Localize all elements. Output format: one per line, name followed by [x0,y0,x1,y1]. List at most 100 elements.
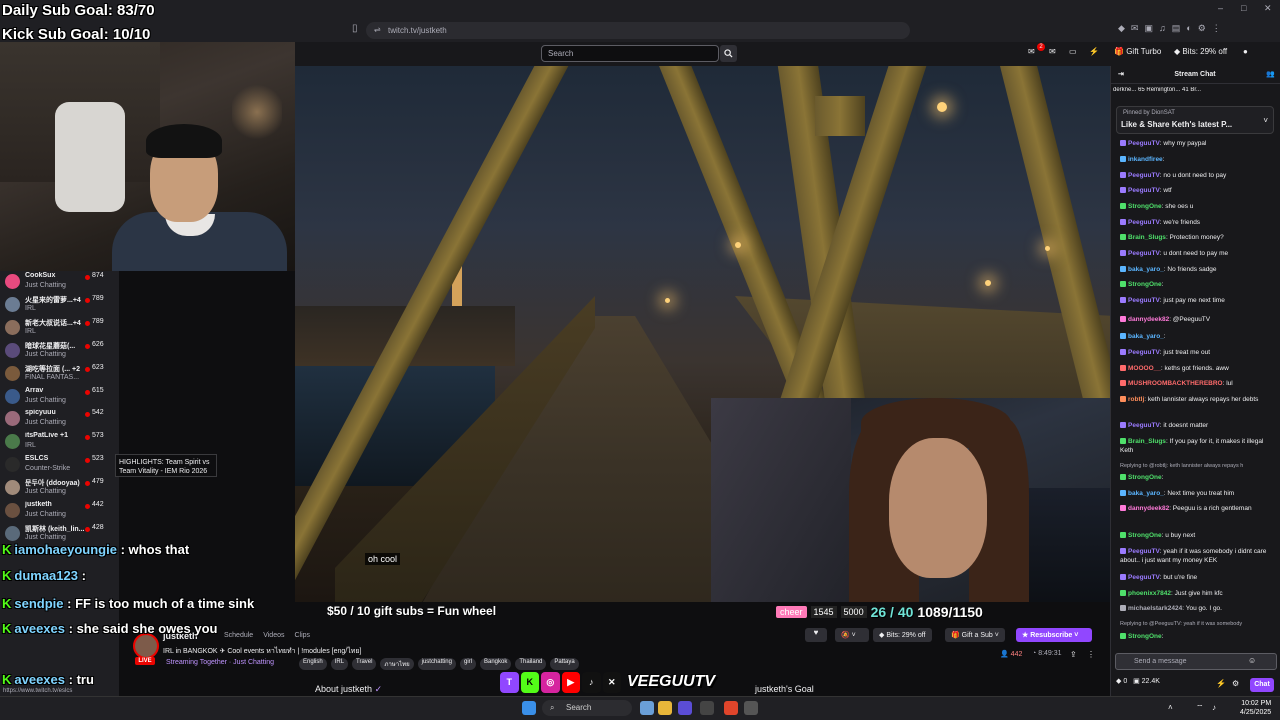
chat-message[interactable]: baka_yaro_: Next time you treat him [1120,489,1276,498]
tab-schedule[interactable]: Schedule [224,632,253,639]
chat-username[interactable]: baka_yaro_ [1128,490,1164,497]
stream-tag[interactable]: Travel [352,658,377,670]
chat-message[interactable]: PeeguuTV: wtf [1120,186,1276,195]
chat-username[interactable]: MUSHROOMBACKTHEREBRO [1128,380,1223,387]
app-icon[interactable] [678,701,692,715]
search-input[interactable] [541,45,719,62]
collapse-chat-icon[interactable]: ⇥ [1118,70,1124,78]
bits-button[interactable]: ◆ Bits: 29% off [873,628,932,642]
avatar[interactable]: ● [1243,47,1248,56]
sidebar-channel-item[interactable]: 暗球花星蘑菇(... Just Chatting 626 [0,340,119,362]
brave-icon[interactable] [724,701,738,715]
sidebar-channel-item[interactable]: CookSux Just Chatting 874 [0,271,119,293]
chat-message[interactable]: StrongOne: she oes u [1120,202,1276,211]
sidebar-channel-item[interactable]: 新老大叔说话...+4 IRL 789 [0,317,119,339]
users-icon[interactable]: 👥 [1266,70,1275,78]
chat-message[interactable]: StrongOne: [1120,632,1276,641]
site-info-icon[interactable]: ⇌ [374,25,381,34]
extension-icons[interactable]: ◆ ✉ ▣ ♫ ▤ ◐ ⚙ ⋮ [1118,23,1278,37]
sidebar-channel-item[interactable]: itsPatLive +1 IRL 573 [0,431,119,453]
chat-message[interactable]: phoenixx7842: Just give him kfc [1120,589,1276,598]
sidebar-channel-item[interactable]: Arrav Just Chatting 615 [0,386,119,408]
extension-icon[interactable]: ♫ [1159,23,1166,37]
bits-button[interactable]: ◆ Bits: 29% off [1174,47,1227,56]
chat-username[interactable]: PeeguuTV [1128,548,1160,555]
extension-icon[interactable]: ▣ [1144,23,1153,37]
chat-message[interactable]: dannydeek82: Peeguu is a rich gentleman [1120,504,1276,513]
chat-username[interactable]: michaelstark2424 [1128,605,1182,612]
wifi-icon[interactable]: ⌔ [1196,703,1204,713]
resubscribe-button[interactable]: ★ Resubscribe ˅ [1016,628,1092,642]
start-icon[interactable] [522,701,536,715]
volume-icon[interactable]: ♪ [1212,703,1216,712]
sidebar-channel-item[interactable]: spicyuuu Just Chatting 542 [0,408,119,430]
notification-bell-button[interactable]: 🔕 ˅ [835,628,869,642]
chat-username[interactable]: StrongOne [1128,281,1162,288]
chat-username[interactable]: dannydeek82 [1128,316,1169,323]
bookmark-icon[interactable]: ▯ [352,23,358,34]
chat-username[interactable]: Brain_Slugs [1128,234,1166,241]
follow-button[interactable]: ♥ [805,628,827,642]
chat-message[interactable]: StrongOne: [1120,280,1276,289]
gift-sub-button[interactable]: 🎁 Gift a Sub ˅ [945,628,1005,642]
chat-message[interactable]: PeeguuTV: just pay me next time [1120,296,1276,305]
gift-leaderboard[interactable]: derkne... 65 Remington... 41 Br... [1113,87,1278,93]
chat-username[interactable]: PeeguuTV [1128,422,1160,429]
tray-chevron-icon[interactable]: ˄ [1168,703,1173,712]
stream-tag[interactable]: IRL [330,658,349,670]
emote-icon[interactable]: ☺ [1248,656,1256,665]
extension-icon[interactable]: ◐ [1186,23,1191,37]
chat-message[interactable]: PeeguuTV: why my paypal [1120,139,1276,148]
chat-username[interactable]: PeeguuTV [1128,140,1160,147]
extension-icon[interactable]: ▤ [1172,23,1181,37]
channel-points[interactable]: ▣ 22.4K [1133,678,1160,685]
chat-message[interactable]: PeeguuTV: just treat me out [1120,348,1276,357]
extension-icon[interactable]: ⚙ [1198,23,1206,37]
chat-message[interactable]: PeeguuTV: it doesnt matter [1120,421,1276,430]
sidebar-channel-item[interactable]: justketh Just Chatting 442 [0,500,119,522]
chat-message[interactable]: robtlj: keth lannister always repays her… [1120,395,1276,404]
chat-message[interactable]: michaelstark2424: You go. I go. [1120,604,1276,613]
share-icon[interactable]: ⇪ [1070,650,1077,659]
more-options-icon[interactable]: ⋮ [1087,650,1095,659]
chat-message[interactable]: Brain_Slugs: Protection money? [1120,233,1276,242]
chat-username[interactable]: inkandfiree [1128,156,1163,163]
address-bar[interactable]: ⇌ twitch.tv/justketh [366,22,910,39]
chat-username[interactable]: PeeguuTV [1128,219,1160,226]
chat-username[interactable]: baka_yaro_ [1128,333,1164,340]
chat-username[interactable]: StrongOne [1128,532,1162,539]
widgets-icon[interactable] [640,701,654,715]
stream-tag[interactable]: ภาษาไทย [380,658,414,670]
sidebar-channel-item[interactable]: 湖吃等拉面 (... +2 FINAL FANTAS... 623 [0,363,119,385]
chat-message[interactable]: dannydeek82: @PeeguuTV [1120,315,1276,324]
extension-icon[interactable]: ✉ [1131,23,1139,37]
flash-icon[interactable]: ⚡ [1216,679,1226,688]
chat-message[interactable]: StrongOne: u buy next [1120,531,1276,540]
chat-message[interactable]: PeeguuTV: yeah if it was somebody i didn… [1120,547,1276,565]
chat-message[interactable]: PeeguuTV: but u're fine [1120,573,1276,582]
turbo-icon[interactable]: ⚡ [1089,47,1099,56]
menu-icon[interactable]: ⋮ [1212,23,1221,37]
stream-tag[interactable]: English [299,658,327,670]
avatar[interactable] [133,633,159,659]
chat-username[interactable]: dannydeek82 [1128,505,1169,512]
chat-message[interactable]: baka_yaro_: No friends sadge [1120,265,1276,274]
bits-balance[interactable]: ◆ 0 [1116,678,1127,685]
stream-tag[interactable]: justchatting [417,658,456,670]
close-icon[interactable]: ✕ [1264,3,1272,14]
chat-send-button[interactable]: Chat [1250,678,1274,692]
chat-username[interactable]: StrongOne [1128,633,1162,640]
sidebar-channel-item[interactable]: ESLCS Counter-Strike 523 [0,454,119,476]
stream-tag[interactable]: girl [459,658,476,670]
chat-username[interactable]: StrongOne [1128,203,1162,210]
tab-videos[interactable]: Videos [263,632,284,639]
chat-username[interactable]: PeeguuTV [1128,187,1160,194]
whispers-icon[interactable]: ▭ [1069,47,1077,56]
inbox-icon[interactable]: ✉ [1049,47,1056,56]
chat-username[interactable]: PeeguuTV [1128,349,1160,356]
chat-username[interactable]: MOOOO__ [1128,365,1161,372]
extension-icon[interactable]: ◆ [1118,23,1125,37]
chat-username[interactable]: PeeguuTV [1128,297,1160,304]
maximize-icon[interactable]: □ [1241,3,1246,13]
stream-category[interactable]: Streaming Together · Just Chatting [166,659,274,666]
